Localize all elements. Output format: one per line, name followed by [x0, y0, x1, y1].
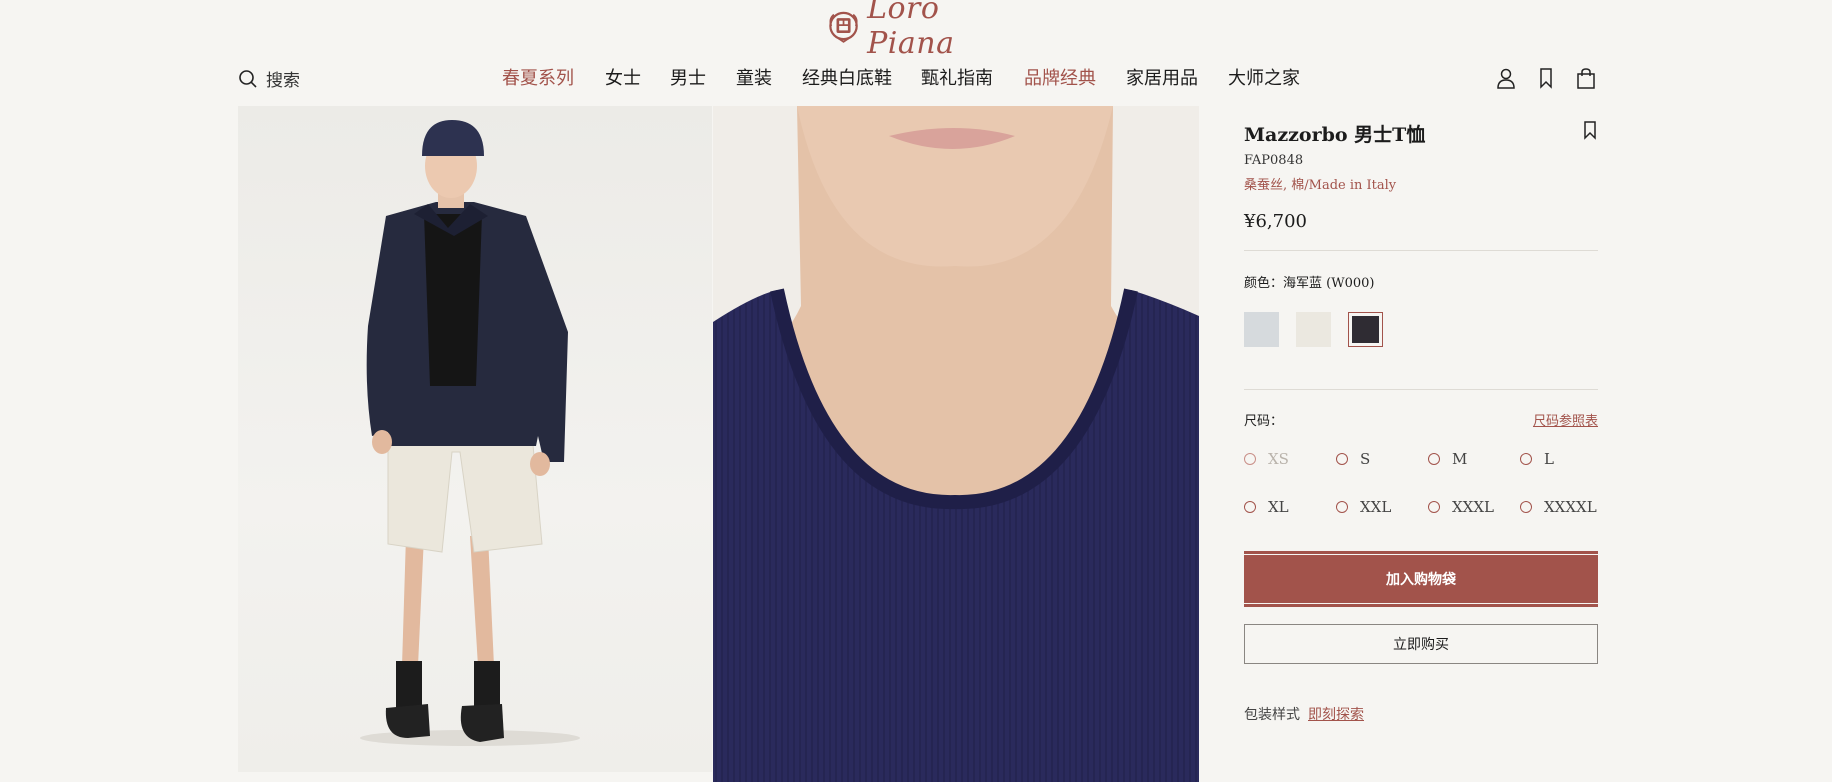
brand-logo[interactable]: Loro Piana	[826, 0, 1016, 61]
radio-icon	[1428, 453, 1440, 465]
nav-item-house[interactable]: 大师之家	[1228, 66, 1308, 92]
size-option-l[interactable]: L	[1520, 449, 1612, 469]
size-option-label: XXL	[1360, 498, 1392, 516]
divider	[1244, 389, 1598, 390]
product-details: Mazzorbo 男士T恤 FAP0848 桑蚕丝, 棉/Made in Ita…	[1244, 120, 1598, 724]
product-photo-full-look[interactable]	[238, 106, 712, 772]
add-to-bag-button[interactable]: 加入购物袋	[1244, 551, 1598, 607]
packaging-row: 包装样式 即刻探索	[1244, 704, 1598, 724]
nav-item-men[interactable]: 男士	[670, 66, 736, 92]
size-option-label: XXXXL	[1544, 498, 1597, 516]
nav-item-kids[interactable]: 童装	[736, 66, 802, 92]
radio-icon	[1244, 453, 1256, 465]
color-label: 颜色：海军蓝 (W000)	[1244, 276, 1375, 291]
nav-item-icons[interactable]: 品牌经典	[1024, 66, 1126, 92]
nav-item-sneakers[interactable]: 经典白底鞋	[802, 66, 921, 92]
product-price: ¥6,700	[1244, 211, 1307, 232]
nav-item-home[interactable]: 家居用品	[1126, 66, 1228, 92]
header-actions	[1496, 67, 1596, 89]
radio-icon	[1336, 501, 1348, 513]
size-option-xl[interactable]: XL	[1244, 497, 1336, 517]
size-option-xxxl[interactable]: XXXL	[1428, 497, 1520, 517]
size-option-xs[interactable]: XS	[1244, 449, 1336, 469]
size-option-label: M	[1452, 450, 1468, 468]
nav-item-women[interactable]: 女士	[605, 66, 670, 92]
color-swatch-light-blue[interactable]	[1244, 312, 1279, 347]
divider	[1244, 250, 1598, 251]
packaging-label: 包装样式	[1244, 707, 1300, 723]
radio-icon	[1520, 501, 1532, 513]
size-option-label: XXXL	[1452, 498, 1494, 516]
size-option-label: XL	[1268, 498, 1289, 516]
color-swatch-navy-selected[interactable]	[1348, 312, 1383, 347]
search-button[interactable]: 搜索	[238, 66, 300, 91]
size-option-label: S	[1360, 450, 1371, 468]
nav-item-spring-summary[interactable]: 春夏系列	[502, 66, 605, 92]
neckline-closeup	[713, 106, 1199, 782]
size-option-label: XS	[1268, 450, 1289, 468]
size-option-xxxxl[interactable]: XXXXL	[1520, 497, 1612, 517]
size-option-label: L	[1544, 450, 1554, 468]
wishlist-bookmark-icon[interactable]	[1582, 120, 1598, 144]
product-photo-neck-detail[interactable]	[713, 106, 1199, 782]
bookmark-icon[interactable]	[1536, 67, 1556, 89]
crest-icon	[829, 11, 858, 43]
size-options: XS S M L XL XXL XXXL XXXXL	[1244, 449, 1598, 517]
radio-icon	[1520, 453, 1532, 465]
size-label: 尺码：	[1244, 414, 1284, 429]
main-nav: 春夏系列 女士 男士 童装 经典白底鞋 甄礼指南 品牌经典 家居用品 大师之家	[502, 66, 1308, 92]
size-option-m[interactable]: M	[1428, 449, 1520, 469]
product-title: Mazzorbo 男士T恤	[1244, 124, 1426, 146]
size-option-xxl[interactable]: XXL	[1336, 497, 1428, 517]
product-material: 桑蚕丝, 棉/Made in Italy	[1244, 178, 1397, 193]
nav-item-gift-guide[interactable]: 甄礼指南	[921, 66, 1024, 92]
packaging-explore-link[interactable]: 即刻探索	[1308, 704, 1364, 724]
size-guide-link[interactable]: 尺码参照表	[1533, 410, 1598, 429]
product-sku: FAP0848	[1244, 153, 1304, 168]
search-label: 搜索	[266, 71, 300, 91]
buy-now-button[interactable]: 立即购买	[1244, 624, 1598, 664]
size-option-s[interactable]: S	[1336, 449, 1428, 469]
radio-icon	[1244, 501, 1256, 513]
color-swatch-ivory[interactable]	[1296, 312, 1331, 347]
color-swatches	[1244, 312, 1598, 347]
brand-wordmark: Loro Piana	[867, 0, 955, 61]
account-icon[interactable]	[1496, 67, 1516, 89]
radio-icon	[1428, 501, 1440, 513]
model-illustration	[360, 120, 580, 746]
radio-icon	[1336, 453, 1348, 465]
shopping-bag-icon[interactable]	[1576, 67, 1596, 89]
search-icon	[239, 69, 257, 88]
